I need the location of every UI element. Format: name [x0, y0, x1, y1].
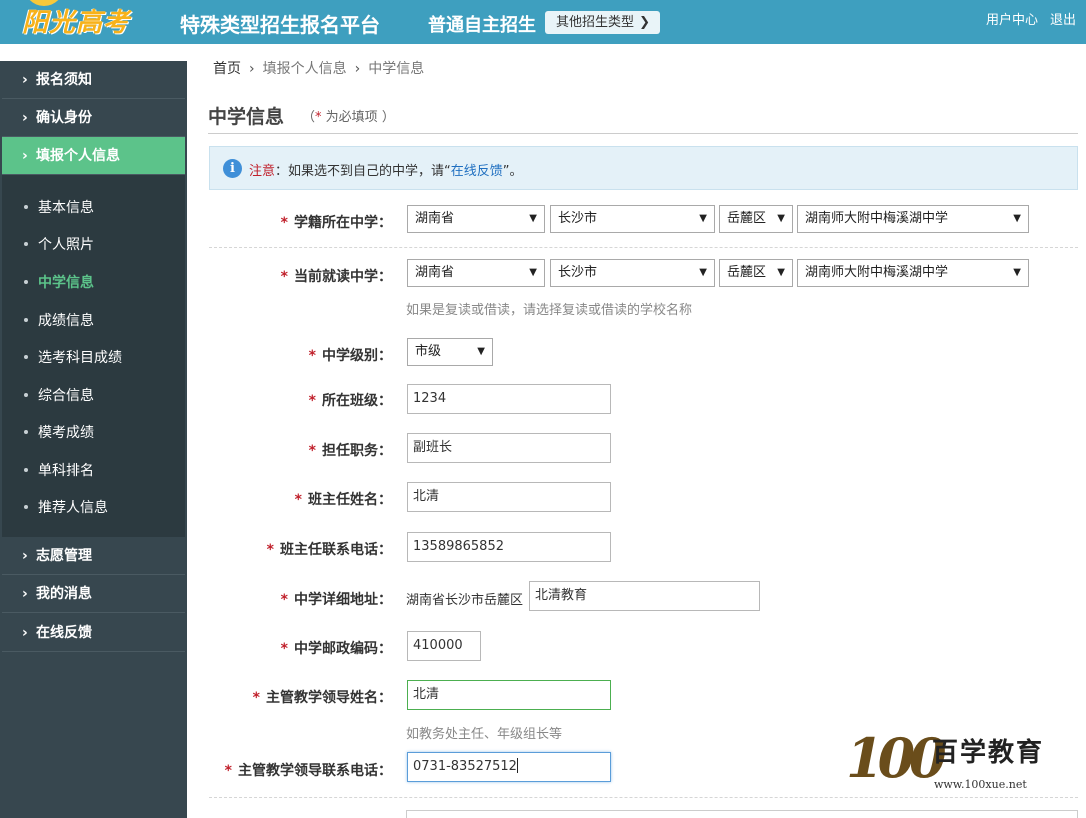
teacher-name-label: * 班主任姓名： — [294, 492, 392, 508]
address-input[interactable]: 北清教育 — [529, 581, 760, 611]
dropdown-caret-icon: ▼ — [529, 267, 537, 278]
site-logo[interactable]: 阳光高考 — [22, 2, 130, 39]
sidebar-subitem-mock-exam[interactable]: 模考成绩 — [38, 422, 94, 442]
top-header: 阳光高考 特殊类型招生报名平台 普通自主招生 其他招生类型 ❯ 用户中心 退出 — [0, 0, 1086, 44]
registry-school-select[interactable]: 湖南师大附中梅溪湖中学 ▼ — [797, 205, 1029, 233]
leader-name-hint: 如教务处主任、年级组长等 — [406, 727, 563, 742]
sidebar-item-notice[interactable]: › 报名须知 — [2, 61, 185, 99]
watermark-text: 百学教育 — [932, 738, 1045, 768]
notice-box: i 注意：如果选不到自己的中学，请“在线反馈”。 — [209, 146, 1078, 190]
chevron-right-icon: › — [249, 61, 255, 77]
next-field-partial[interactable] — [406, 810, 1078, 818]
school-level-select[interactable]: 市级 ▼ — [407, 338, 493, 366]
notice-text: 注意：如果选不到自己的中学，请“在线反馈”。 — [249, 164, 523, 179]
current-school-select[interactable]: 湖南师大附中梅溪湖中学 ▼ — [797, 259, 1029, 287]
dropdown-caret-icon: ▼ — [477, 346, 485, 357]
page-title: 中学信息 — [208, 106, 285, 128]
current-city-select[interactable]: 长沙市 ▼ — [550, 259, 715, 287]
teacher-name-input[interactable]: 北清 — [407, 482, 611, 512]
dropdown-caret-icon: ▼ — [777, 267, 785, 278]
teacher-phone-label: * 班主任联系电话： — [266, 542, 392, 558]
leader-name-label: * 主管教学领导姓名： — [252, 690, 392, 706]
dropdown-caret-icon: ▼ — [699, 213, 707, 224]
registry-province-select[interactable]: 湖南省 ▼ — [407, 205, 545, 233]
dropdown-caret-icon: ▼ — [777, 213, 785, 224]
sidebar-item-confirm-identity[interactable]: › 确认身份 — [2, 99, 185, 137]
watermark-url: www.100xue.net — [934, 778, 1027, 791]
row-divider — [209, 247, 1078, 248]
dropdown-caret-icon: ▼ — [1013, 267, 1021, 278]
title-divider — [208, 133, 1078, 134]
other-admission-types-button[interactable]: 其他招生类型 ❯ — [545, 11, 660, 34]
user-center-link[interactable]: 用户中心 — [986, 9, 1038, 28]
chevron-right-icon: › — [354, 61, 361, 77]
current-school-hint: 如果是复读或借读，请选择复读或借读的学校名称 — [406, 303, 693, 318]
postcode-label: * 中学邮政编码： — [280, 641, 392, 657]
admission-type-title: 普通自主招生 — [428, 15, 536, 36]
other-types-label: 其他招生类型 — [556, 15, 635, 30]
platform-title: 特殊类型招生报名平台 — [180, 13, 380, 37]
school-level-label: * 中学级别： — [308, 348, 392, 364]
sidebar-subitem-scores[interactable]: 成绩信息 — [38, 310, 94, 330]
dropdown-caret-icon: ▼ — [1013, 213, 1021, 224]
chevron-right-icon: › — [22, 72, 28, 88]
required-note: （* 为必填项 ） — [302, 110, 395, 125]
watermark-number: 100 — [846, 726, 947, 790]
chevron-right-icon: › — [22, 110, 28, 126]
address-label: * 中学详细地址： — [280, 592, 392, 608]
registry-school-label: * 学籍所在中学： — [280, 215, 392, 231]
leader-phone-input[interactable]: 0731-83527512 — [407, 752, 611, 782]
class-label: * 所在班级： — [308, 393, 392, 409]
breadcrumb: 首页 › 填报个人信息 › 中学信息 — [213, 58, 424, 78]
current-province-select[interactable]: 湖南省 ▼ — [407, 259, 545, 287]
sidebar-subitem-subject-ranking[interactable]: 单科排名 — [38, 460, 94, 480]
dropdown-caret-icon: ▼ — [699, 267, 707, 278]
watermark-logo: 100 百学教育 www.100xue.net — [846, 726, 1046, 806]
breadcrumb-step[interactable]: 填报个人信息 — [263, 61, 347, 77]
breadcrumb-home[interactable]: 首页 — [213, 61, 241, 77]
registry-city-select[interactable]: 长沙市 ▼ — [550, 205, 715, 233]
dropdown-caret-icon: ▼ — [529, 213, 537, 224]
postcode-input[interactable]: 410000 — [407, 631, 481, 661]
class-input[interactable]: 1234 — [407, 384, 611, 414]
address-prefix: 湖南省长沙市岳麓区 — [406, 593, 524, 608]
teacher-phone-input[interactable]: 13589865852 — [407, 532, 611, 562]
chevron-right-icon: › — [22, 148, 28, 164]
breadcrumb-current: 中学信息 — [368, 61, 425, 77]
current-district-select[interactable]: 岳麓区 ▼ — [719, 259, 793, 287]
current-school-label: * 当前就读中学： — [280, 269, 392, 285]
leader-name-input[interactable]: 北清 — [407, 680, 611, 710]
registry-district-select[interactable]: 岳麓区 ▼ — [719, 205, 793, 233]
info-icon: i — [223, 159, 242, 178]
leader-phone-label: * 主管教学领导联系电话： — [224, 763, 392, 779]
logout-link[interactable]: 退出 — [1050, 9, 1076, 28]
text-cursor — [516, 758, 518, 773]
chevron-right-icon: ❯ — [639, 15, 650, 30]
sidebar-subitem-photo[interactable]: 个人照片 — [38, 234, 94, 254]
position-label: * 担任职务： — [308, 443, 392, 459]
feedback-link[interactable]: 在线反馈 — [451, 164, 503, 179]
position-input[interactable]: 副班长 — [407, 433, 611, 463]
sidebar-item-personal-info[interactable]: › 填报个人信息 — [2, 137, 185, 175]
